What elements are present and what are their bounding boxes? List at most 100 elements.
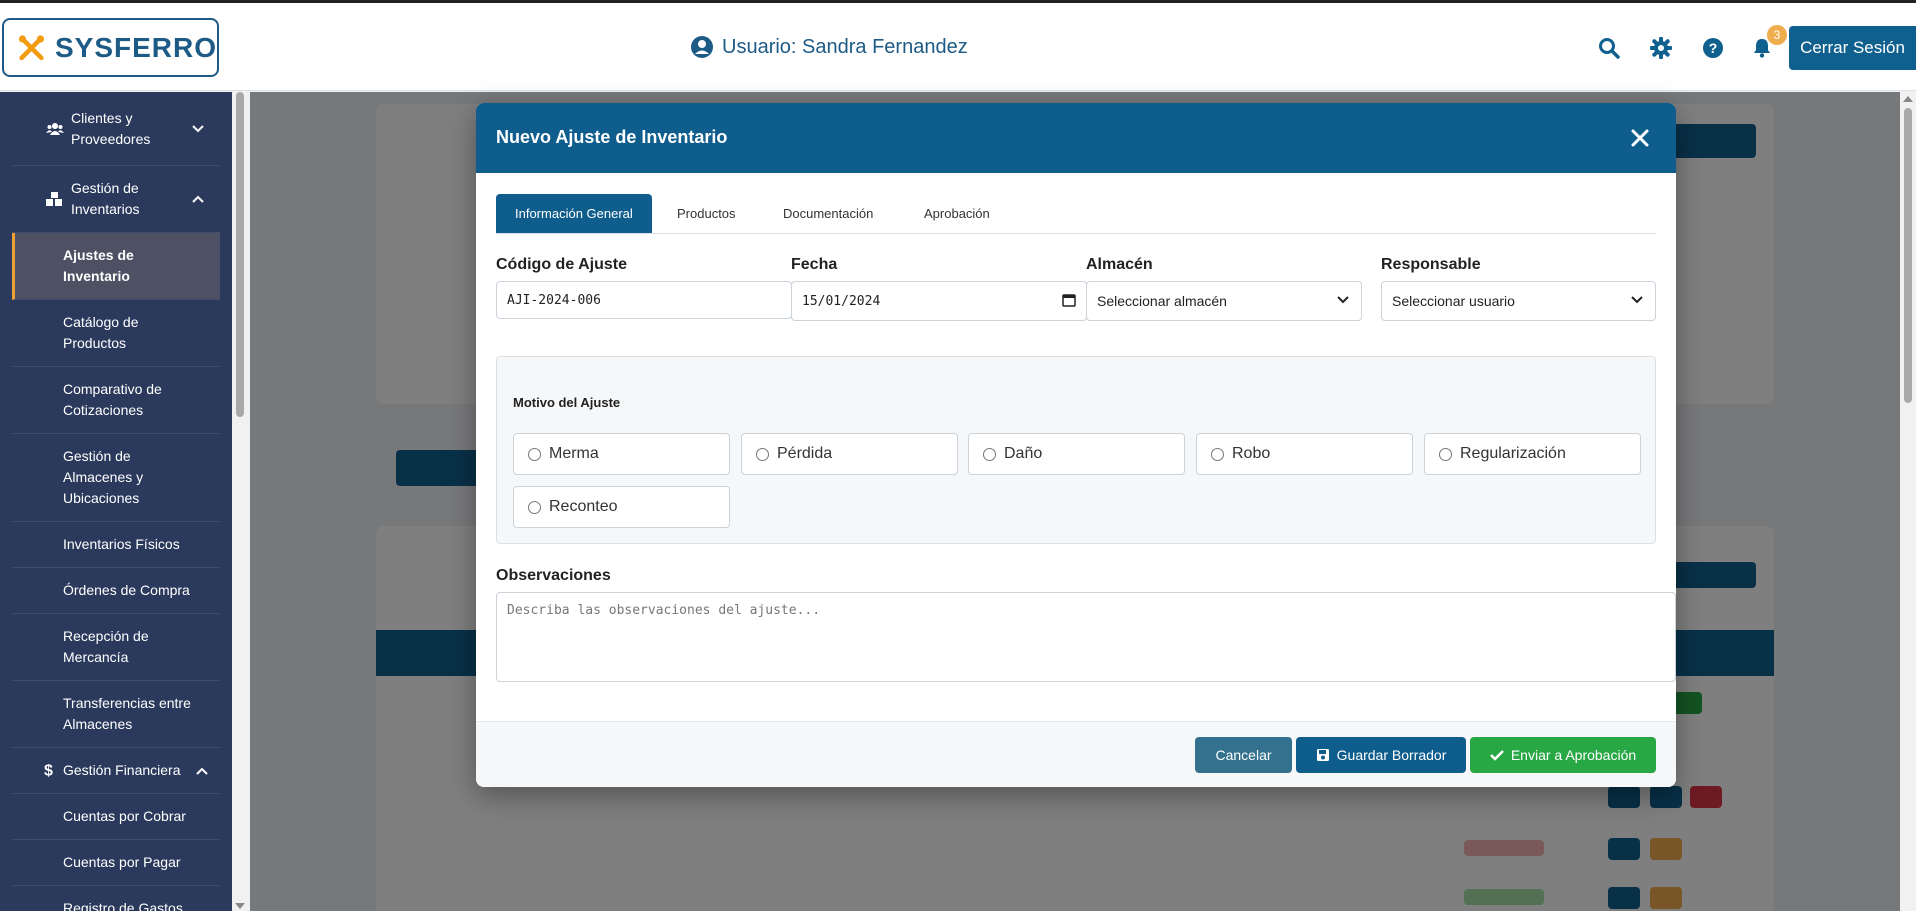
dollar-icon: $ [44, 762, 53, 779]
sidebar-group-label: Gestión de [71, 180, 139, 196]
sidebar-item-cuentas-cobrar[interactable]: Cuentas por Cobrar [12, 794, 220, 840]
responsable-select[interactable]: Seleccionar usuario [1381, 281, 1656, 321]
radio-circle[interactable] [528, 447, 541, 461]
user-label: Usuario: Sandra Fernandez [722, 35, 968, 58]
current-user: Usuario: Sandra Fernandez [690, 35, 968, 59]
responsable-label: Responsable [1381, 256, 1481, 273]
gear-icon[interactable] [1649, 36, 1673, 60]
sidebar-item-label: Productos [63, 335, 127, 351]
sidebar-item-cuentas-pagar[interactable]: Cuentas por Pagar [12, 840, 220, 886]
codigo-input[interactable]: AJI-2024-006 [496, 281, 792, 319]
sidebar-item-inventarios-fisicos[interactable]: Inventarios Físicos [12, 522, 220, 568]
chevron-down-icon [1631, 296, 1643, 304]
page-scrollbar[interactable] [1900, 92, 1916, 911]
observaciones-placeholder: Describa las observaciones del ajuste... [507, 603, 821, 618]
radio-circle[interactable] [756, 447, 769, 461]
users-icon [46, 122, 64, 135]
modal-title: Nuevo Ajuste de Inventario [496, 127, 728, 147]
codigo-label: Código de Ajuste [496, 256, 627, 273]
sidebar-item-label: Transferencias entre [63, 695, 191, 711]
radio-circle[interactable] [1439, 447, 1452, 461]
sidebar-item-ordenes-compra[interactable]: Órdenes de Compra [12, 568, 220, 614]
fecha-input[interactable]: 15/01/2024 [791, 281, 1087, 321]
radio-circle[interactable] [528, 500, 541, 514]
sidebar-group-clientes[interactable]: Clientes y Proveedores [12, 92, 220, 166]
radio-dano[interactable]: Daño [968, 433, 1185, 475]
app-name: SYSFERRO [54, 31, 217, 63]
nuevo-ajuste-modal: Nuevo Ajuste de Inventario Información G… [476, 103, 1676, 787]
sidebar-item-label: Ubicaciones [63, 490, 140, 506]
modal-header: Nuevo Ajuste de Inventario [476, 103, 1676, 173]
cancel-button-label: Cancelar [1215, 747, 1272, 763]
motivo-section: Motivo del Ajuste Merma Pérdida Daño Rob… [496, 356, 1656, 544]
sidebar-group-label: Proveedores [71, 131, 151, 147]
scrollbar-thumb[interactable] [1904, 108, 1912, 403]
motivo-title: Motivo del Ajuste [513, 395, 621, 410]
sidebar-item-label: Cotizaciones [63, 402, 144, 418]
user-circle-icon [691, 36, 713, 58]
radio-label: Robo [1232, 445, 1271, 462]
notification-badge: 3 [1767, 25, 1787, 45]
cancel-button[interactable]: Cancelar [1195, 737, 1292, 773]
sidebar-group-label: Clientes y [71, 110, 133, 126]
radio-merma[interactable]: Merma [513, 433, 730, 475]
radio-circle[interactable] [1211, 447, 1224, 461]
sidebar-group-financiera[interactable]: $ Gestión Financiera [12, 748, 220, 794]
sidebar-item-label: Gestión de [63, 448, 131, 464]
sidebar: Clientes y Proveedores Gestión de Invent… [0, 92, 232, 911]
check-icon [1489, 750, 1504, 761]
help-icon[interactable]: ? [1701, 36, 1725, 60]
search-icon[interactable] [1597, 36, 1621, 60]
almacen-label: Almacén [1086, 256, 1153, 273]
submit-approval-button[interactable]: Enviar a Aprobación [1470, 737, 1656, 773]
sidebar-item-registro-gastos[interactable]: Registro de Gastos [12, 886, 220, 911]
sidebar-item-transferencias-almacenes[interactable]: Transferencias entre Almacenes [12, 681, 220, 748]
radio-label: Daño [1004, 445, 1043, 462]
sidebar-item-gestion-almacenes[interactable]: Gestión de Almacenes y Ubicaciones [12, 434, 220, 522]
fecha-label: Fecha [791, 256, 838, 273]
scroll-down-arrow[interactable] [235, 903, 245, 909]
sidebar-scrollbar[interactable] [232, 92, 248, 911]
sidebar-item-ajustes-inventario[interactable]: Ajustes de Inventario [12, 233, 220, 300]
radio-perdida[interactable]: Pérdida [741, 433, 958, 475]
tab-documentacion[interactable]: Documentación [764, 194, 892, 233]
radio-label: Merma [549, 445, 599, 462]
radio-label: Pérdida [777, 445, 833, 462]
sidebar-item-catalogo-productos[interactable]: Catálogo de Productos [12, 300, 220, 367]
sidebar-item-label: Almacenes [63, 716, 133, 732]
scrollbar-thumb[interactable] [236, 92, 244, 417]
sidebar-item-label: Órdenes de Compra [63, 582, 190, 598]
chevron-down-icon [192, 124, 204, 132]
submit-approval-label: Enviar a Aprobación [1510, 747, 1637, 763]
sidebar-item-recepcion-mercancia[interactable]: Recepción de Mercancía [12, 614, 220, 681]
radio-regularizacion[interactable]: Regularización [1424, 433, 1641, 475]
almacen-select[interactable]: Seleccionar almacén [1086, 281, 1362, 321]
sidebar-item-label: Cuentas por Cobrar [63, 808, 186, 824]
radio-label: Regularización [1460, 445, 1566, 462]
sidebar-group-label: Gestión Financiera [63, 762, 181, 778]
radio-robo[interactable]: Robo [1196, 433, 1413, 475]
close-icon[interactable] [1628, 126, 1652, 150]
radio-label: Reconteo [549, 498, 618, 515]
sidebar-group-inventarios[interactable]: Gestión de Inventarios [12, 166, 220, 233]
sidebar-item-label: Comparativo de [63, 381, 162, 397]
observaciones-textarea[interactable]: Describa las observaciones del ajuste... [496, 592, 1676, 682]
fecha-value: 15/01/2024 [802, 293, 881, 309]
logout-button[interactable]: Cerrar Sesión [1789, 26, 1916, 70]
sidebar-item-label: Almacenes y [63, 469, 144, 485]
save-draft-label: Guardar Borrador [1336, 747, 1447, 763]
chevron-up-icon [196, 767, 208, 775]
modal-tabs: Información General Productos Documentac… [496, 194, 1656, 234]
sidebar-item-comparativo-cotizaciones[interactable]: Comparativo de Cotizaciones [12, 367, 220, 434]
tab-informacion-general[interactable]: Información General [496, 194, 652, 233]
tab-aprobacion[interactable]: Aprobación [905, 194, 1009, 233]
tab-productos[interactable]: Productos [658, 194, 755, 233]
calendar-icon[interactable] [1062, 293, 1076, 307]
save-draft-button[interactable]: Guardar Borrador [1296, 737, 1466, 773]
save-icon [1316, 749, 1329, 761]
app-logo[interactable]: SYSFERRO [2, 18, 219, 77]
scroll-up-arrow[interactable] [1903, 96, 1913, 102]
radio-reconteo[interactable]: Reconteo [513, 486, 730, 528]
radio-circle[interactable] [983, 447, 996, 461]
responsable-value: Seleccionar usuario [1392, 293, 1515, 309]
